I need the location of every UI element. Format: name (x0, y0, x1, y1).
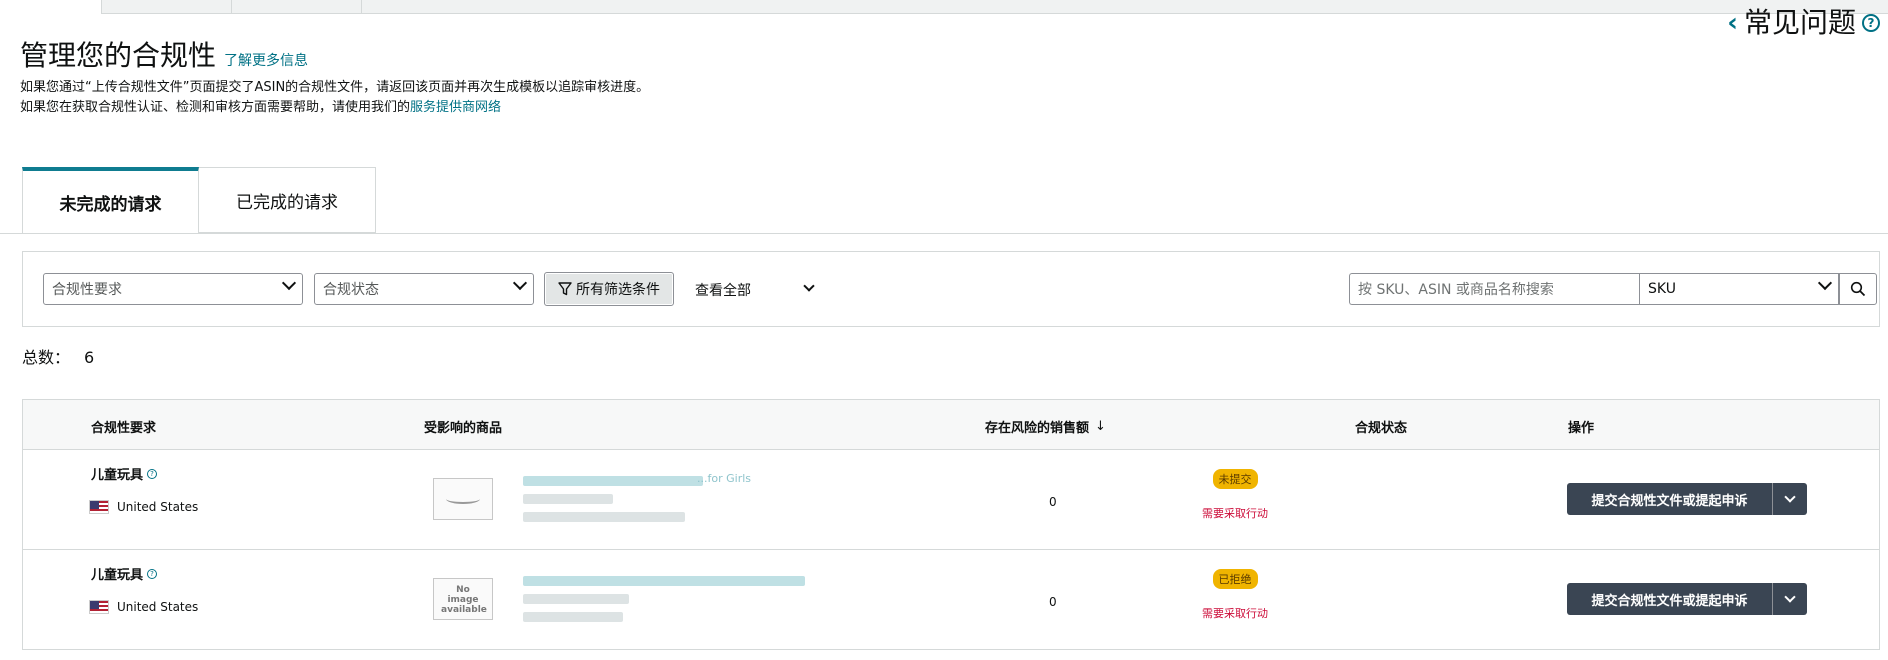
page-title: 管理您的合规性 (20, 39, 217, 72)
action-needed-label: 需要采取行动 (1202, 607, 1268, 620)
us-flag-icon (89, 600, 109, 614)
top-tab-filler (362, 0, 1888, 14)
top-tab-strip (0, 0, 1888, 14)
info-icon[interactable]: ? (147, 468, 158, 479)
action-button-group: 提交合规性文件或提起申诉 (1567, 583, 1807, 615)
total-value: 6 (84, 348, 95, 367)
header-sales-at-risk[interactable]: 存在风险的销售额 ↓ (985, 417, 1106, 436)
product-sku (523, 612, 623, 622)
request-tabs: 未完成的请求 已完成的请求 (22, 167, 376, 233)
description-line-1: 如果您通过“上传合规性文件”页面提交了ASIN的合规性文件，请返回该页面并再次生… (20, 80, 650, 95)
product-image: No image available (433, 578, 493, 620)
header-requirement: 合规性要求 (91, 421, 157, 436)
service-provider-network-link[interactable]: 服务提供商网络 (410, 100, 501, 115)
status-cell: 未提交 需要采取行动 (1145, 468, 1325, 521)
info-icon[interactable]: ? (147, 568, 158, 579)
faq-link[interactable]: ‹ 常见问题 ? (1727, 6, 1880, 40)
header-actions: 操作 (1568, 421, 1595, 436)
page-description: 如果您通过“上传合规性文件”页面提交了ASIN的合规性文件，请返回该页面并再次生… (20, 78, 649, 118)
chevron-down-icon (1784, 491, 1796, 503)
amazon-smile-icon (446, 616, 480, 619)
all-filters-label: 所有筛选条件 (576, 282, 660, 298)
search-type-select[interactable]: SKU (1639, 273, 1839, 305)
header-status: 合规状态 (1355, 421, 1408, 436)
search-input[interactable]: 按 SKU、ASIN 或商品名称搜索 (1349, 273, 1640, 305)
chevron-down-icon[interactable] (803, 280, 815, 292)
requirement-cell: 儿童玩具 ? (91, 564, 158, 583)
product-title-fragment[interactable]: ...for Girls (697, 472, 751, 485)
product-asin (523, 594, 629, 604)
country-cell: United States (89, 600, 198, 614)
status-select-value: 合规状态 (323, 282, 379, 298)
all-filters-button[interactable]: 所有筛选条件 (544, 272, 674, 306)
submit-compliance-button[interactable]: 提交合规性文件或提起申诉 (1567, 483, 1773, 515)
chevron-down-icon (512, 275, 528, 291)
action-button-group: 提交合规性文件或提起申诉 (1567, 483, 1807, 515)
chevron-down-icon (1817, 275, 1833, 291)
sales-at-risk-value: 0 (1049, 595, 1057, 609)
search-type-value: SKU (1648, 281, 1676, 297)
tabs-divider (0, 233, 1888, 234)
sort-down-icon: ↓ (1095, 419, 1106, 434)
view-all-label[interactable]: 查看全部 (695, 280, 751, 300)
requirement-name: 儿童玩具 (91, 568, 144, 583)
us-flag-icon (89, 500, 109, 514)
country-name: United States (117, 600, 199, 614)
table-row: 儿童玩具 ? United States ...for Girls 0 未提交 … (23, 450, 1879, 550)
table-row: 儿童玩具 ? United States No image available … (23, 550, 1879, 650)
action-needed-label: 需要采取行动 (1202, 507, 1268, 520)
country-cell: United States (89, 500, 198, 514)
submit-compliance-button[interactable]: 提交合规性文件或提起申诉 (1567, 583, 1773, 615)
description-line-2-text: 如果您在获取合规性认证、检测和审核方面需要帮助，请使用我们的 (20, 100, 411, 115)
product-image (433, 478, 493, 520)
country-name: United States (117, 500, 199, 514)
chevron-down-icon (1784, 591, 1796, 603)
search-placeholder: 按 SKU、ASIN 或商品名称搜索 (1358, 282, 1554, 298)
header-sales-at-risk-label: 存在风险的销售额 (985, 421, 1090, 436)
action-dropdown-button[interactable] (1773, 583, 1807, 615)
tab-open-requests[interactable]: 未完成的请求 (22, 167, 199, 233)
chevron-down-icon (281, 275, 297, 291)
total-label: 总数： (22, 348, 71, 367)
header-affected-products: 受影响的商品 (424, 421, 503, 436)
amazon-smile-icon (446, 494, 480, 504)
requirement-name: 儿童玩具 (91, 468, 144, 483)
description-line-2: 如果您在获取合规性认证、检测和审核方面需要帮助，请使用我们的服务提供商网络 (20, 98, 649, 118)
product-asin (523, 494, 613, 504)
action-dropdown-button[interactable] (1773, 483, 1807, 515)
requirement-cell: 儿童玩具 ? (91, 464, 158, 483)
sales-at-risk-value: 0 (1049, 495, 1057, 509)
tab-completed-requests[interactable]: 已完成的请求 (199, 167, 376, 233)
top-tab[interactable] (0, 0, 102, 14)
search-icon (1850, 281, 1866, 297)
learn-more-link[interactable]: 了解更多信息 (224, 50, 308, 70)
table-header: 合规性要求 受影响的商品 存在风险的销售额 ↓ 合规状态 操作 (23, 400, 1879, 450)
top-tab[interactable] (102, 0, 232, 14)
search-button[interactable] (1839, 273, 1877, 305)
status-badge: 已拒绝 (1212, 569, 1258, 589)
status-select[interactable]: 合规状态 (314, 273, 534, 305)
product-title-link[interactable] (523, 576, 805, 586)
status-badge: 未提交 (1212, 469, 1258, 489)
filter-icon (558, 282, 572, 296)
status-cell: 已拒绝 需要采取行动 (1145, 568, 1325, 621)
no-image-text: No image available (441, 585, 487, 615)
product-sku (523, 512, 685, 522)
chevron-left-icon: ‹ (1727, 8, 1738, 38)
requirement-select[interactable]: 合规性要求 (43, 273, 303, 305)
help-icon: ? (1862, 14, 1880, 32)
compliance-table: 合规性要求 受影响的商品 存在风险的销售额 ↓ 合规状态 操作 儿童玩具 ? U… (22, 399, 1880, 650)
filter-bar: 合规性要求 合规状态 所有筛选条件 查看全部 按 SKU、ASIN 或商品名称搜… (22, 251, 1880, 327)
faq-label: 常见问题 (1743, 6, 1856, 39)
requirement-select-value: 合规性要求 (52, 282, 122, 298)
product-title-link[interactable] (523, 476, 703, 486)
page-header: 管理您的合规性 了解更多信息 (20, 34, 308, 74)
total-count: 总数： 6 (22, 344, 94, 368)
top-tab[interactable] (232, 0, 362, 14)
